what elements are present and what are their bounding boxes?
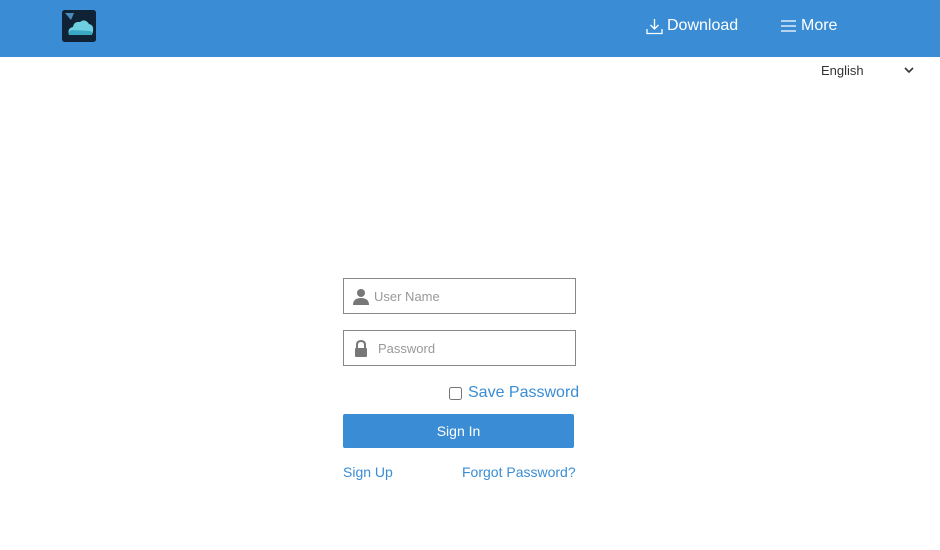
- download-nav-link[interactable]: Download: [646, 14, 738, 38]
- user-icon: [353, 289, 369, 305]
- menu-icon: [781, 20, 796, 32]
- password-field[interactable]: [343, 330, 576, 366]
- username-field[interactable]: [343, 278, 576, 314]
- top-navigation-bar: Download More: [0, 0, 940, 57]
- more-label: More: [801, 17, 838, 34]
- language-select[interactable]: English: [817, 59, 917, 81]
- username-input[interactable]: [374, 279, 570, 313]
- more-menu-button[interactable]: More: [780, 14, 837, 38]
- lock-icon: [355, 340, 367, 357]
- save-password-row: Save Password: [449, 382, 579, 404]
- password-input[interactable]: [378, 331, 570, 365]
- save-password-label[interactable]: Save Password: [468, 384, 579, 402]
- forgot-password-link[interactable]: Forgot Password?: [462, 464, 576, 480]
- download-icon: [646, 18, 663, 34]
- cloud-app-logo-icon[interactable]: [62, 10, 96, 42]
- sign-up-link[interactable]: Sign Up: [343, 464, 393, 480]
- sign-in-button[interactable]: Sign In: [343, 414, 574, 448]
- download-label: Download: [667, 17, 739, 34]
- save-password-checkbox[interactable]: [449, 386, 462, 400]
